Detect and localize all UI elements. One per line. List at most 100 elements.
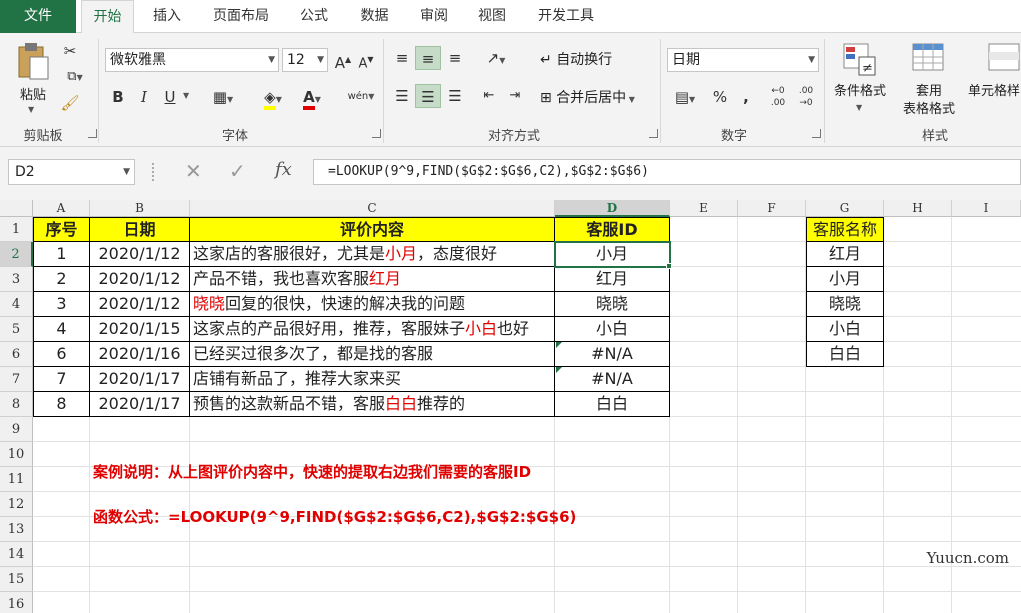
name-box[interactable]: D2 ▼: [8, 159, 135, 185]
cell-review[interactable]: 产品不错，我也喜欢客服红月: [190, 267, 555, 292]
cell-date[interactable]: 2020/1/12: [90, 292, 190, 317]
row-header[interactable]: 8: [0, 392, 33, 417]
cell-no[interactable]: 1: [33, 242, 90, 267]
row-header[interactable]: 10: [0, 442, 33, 467]
wrap-text-button[interactable]: ↵ 自动换行: [540, 48, 612, 72]
align-middle-icon[interactable]: ≡: [415, 46, 441, 70]
copy-icon[interactable]: ⧉▼: [60, 65, 90, 89]
borders-button[interactable]: ▦▼: [204, 85, 242, 109]
orientation-button[interactable]: ↗▼: [478, 46, 514, 70]
underline-dropdown-icon[interactable]: ▼: [183, 91, 189, 100]
accounting-format-button[interactable]: ▤▼: [668, 85, 702, 109]
cell-no[interactable]: 4: [33, 317, 90, 342]
cell-review[interactable]: 已经买过很多次了，都是找的客服: [190, 342, 555, 367]
cell-date[interactable]: 2020/1/16: [90, 342, 190, 367]
column-header-f[interactable]: F: [738, 200, 806, 217]
alignment-launcher-icon[interactable]: [649, 129, 658, 138]
cell-review[interactable]: 店铺有新品了，推荐大家来买: [190, 367, 555, 392]
error-indicator-icon[interactable]: [556, 342, 562, 348]
cell-agent-id[interactable]: 晓晓: [555, 292, 670, 317]
number-format-select[interactable]: 日期 ▼: [667, 48, 819, 72]
tab-insert[interactable]: 插入: [140, 0, 194, 33]
column-header-i[interactable]: I: [952, 200, 1021, 217]
column-header-h[interactable]: H: [884, 200, 952, 217]
header-cell-review[interactable]: 评价内容: [190, 217, 555, 242]
row-header[interactable]: 11: [0, 467, 33, 492]
row-header[interactable]: 2: [0, 242, 33, 267]
decrease-decimal-icon[interactable]: .00 →0: [794, 85, 818, 109]
align-bottom-icon[interactable]: ≡: [443, 46, 467, 70]
row-header[interactable]: 3: [0, 267, 33, 292]
row-header[interactable]: 5: [0, 317, 33, 342]
align-center-icon[interactable]: ☰: [415, 84, 441, 108]
column-header-a[interactable]: A: [33, 200, 90, 217]
header-cell-agent-id[interactable]: 客服ID: [555, 217, 670, 242]
cell-no[interactable]: 7: [33, 367, 90, 392]
cell-agent-id[interactable]: 小白: [555, 317, 670, 342]
phonetic-guide-button[interactable]: wén▼: [343, 85, 379, 109]
error-indicator-icon[interactable]: [556, 367, 562, 373]
paste-button[interactable]: 粘贴 ▼: [10, 41, 56, 117]
cell-no[interactable]: 3: [33, 292, 90, 317]
cell-styles-button[interactable]: 单元格样: [966, 41, 1021, 121]
tab-file[interactable]: 文件: [0, 0, 76, 33]
row-header[interactable]: 12: [0, 492, 33, 517]
font-name-select[interactable]: 微软雅黑 ▼: [105, 48, 279, 72]
agent-name-cell[interactable]: 白白: [806, 342, 884, 367]
cell-no[interactable]: 2: [33, 267, 90, 292]
column-header-b[interactable]: B: [90, 200, 190, 217]
row-header[interactable]: 16: [0, 592, 33, 613]
align-top-icon[interactable]: ≡: [390, 46, 414, 70]
number-launcher-icon[interactable]: [812, 129, 821, 138]
fill-handle[interactable]: [666, 263, 672, 269]
insert-function-icon[interactable]: fx: [275, 159, 292, 180]
row-header[interactable]: 1: [0, 217, 33, 242]
cancel-icon[interactable]: ✕: [185, 159, 202, 183]
row-header[interactable]: 6: [0, 342, 33, 367]
agent-name-cell[interactable]: 小白: [806, 317, 884, 342]
worksheet-grid[interactable]: A B C D E F G H I 1 2 3 4 5 6 7 8 9 10 11 12 13 14 15 1…: [0, 200, 1021, 613]
cell-date[interactable]: 2020/1/17: [90, 367, 190, 392]
tab-home[interactable]: 开始: [81, 0, 134, 34]
clipboard-launcher-icon[interactable]: [88, 129, 97, 138]
cell-date[interactable]: 2020/1/15: [90, 317, 190, 342]
cell-no[interactable]: 8: [33, 392, 90, 417]
row-header[interactable]: 9: [0, 417, 33, 442]
format-painter-icon[interactable]: 🖌: [60, 91, 80, 115]
cell-date[interactable]: 2020/1/17: [90, 392, 190, 417]
cell-agent-id[interactable]: 红月: [555, 267, 670, 292]
tab-view[interactable]: 视图: [467, 0, 517, 33]
column-header-g[interactable]: G: [806, 200, 884, 217]
agent-name-cell[interactable]: 红月: [806, 242, 884, 267]
tab-data[interactable]: 数据: [347, 0, 402, 33]
agent-name-header[interactable]: 客服名称: [806, 217, 884, 242]
header-cell-date[interactable]: 日期: [90, 217, 190, 242]
confirm-icon[interactable]: ✓: [229, 159, 246, 183]
tab-formulas[interactable]: 公式: [289, 0, 339, 33]
column-header-c[interactable]: C: [190, 200, 555, 217]
paste-dropdown-icon[interactable]: ▼: [28, 105, 34, 114]
font-size-select[interactable]: 12 ▼: [282, 48, 328, 72]
row-header[interactable]: 7: [0, 367, 33, 392]
underline-button[interactable]: U: [160, 85, 180, 109]
row-header[interactable]: 4: [0, 292, 33, 317]
select-all-corner[interactable]: [0, 200, 33, 217]
cell-agent-id[interactable]: 白白: [555, 392, 670, 417]
shrink-font-button[interactable]: A▼: [356, 48, 376, 72]
cell-review[interactable]: 这家点的产品很好用，推荐，客服妹子小白也好: [190, 317, 555, 342]
agent-name-cell[interactable]: 小月: [806, 267, 884, 292]
cut-icon[interactable]: ✂: [60, 39, 80, 63]
column-header-d[interactable]: D: [555, 200, 670, 217]
format-as-table-button[interactable]: 套用 表格格式: [894, 41, 964, 121]
cell-agent-id[interactable]: #N/A: [555, 342, 670, 367]
cell-date[interactable]: 2020/1/12: [90, 267, 190, 292]
align-right-icon[interactable]: ☰: [443, 84, 467, 108]
row-header[interactable]: 13: [0, 517, 33, 542]
header-cell-no[interactable]: 序号: [33, 217, 90, 242]
comma-style-button[interactable]: ,: [738, 85, 754, 109]
font-launcher-icon[interactable]: [372, 129, 381, 138]
splitter-handle[interactable]: [152, 163, 156, 181]
bold-button[interactable]: B: [108, 85, 128, 109]
row-header[interactable]: 14: [0, 542, 33, 567]
percent-button[interactable]: %: [710, 85, 730, 109]
